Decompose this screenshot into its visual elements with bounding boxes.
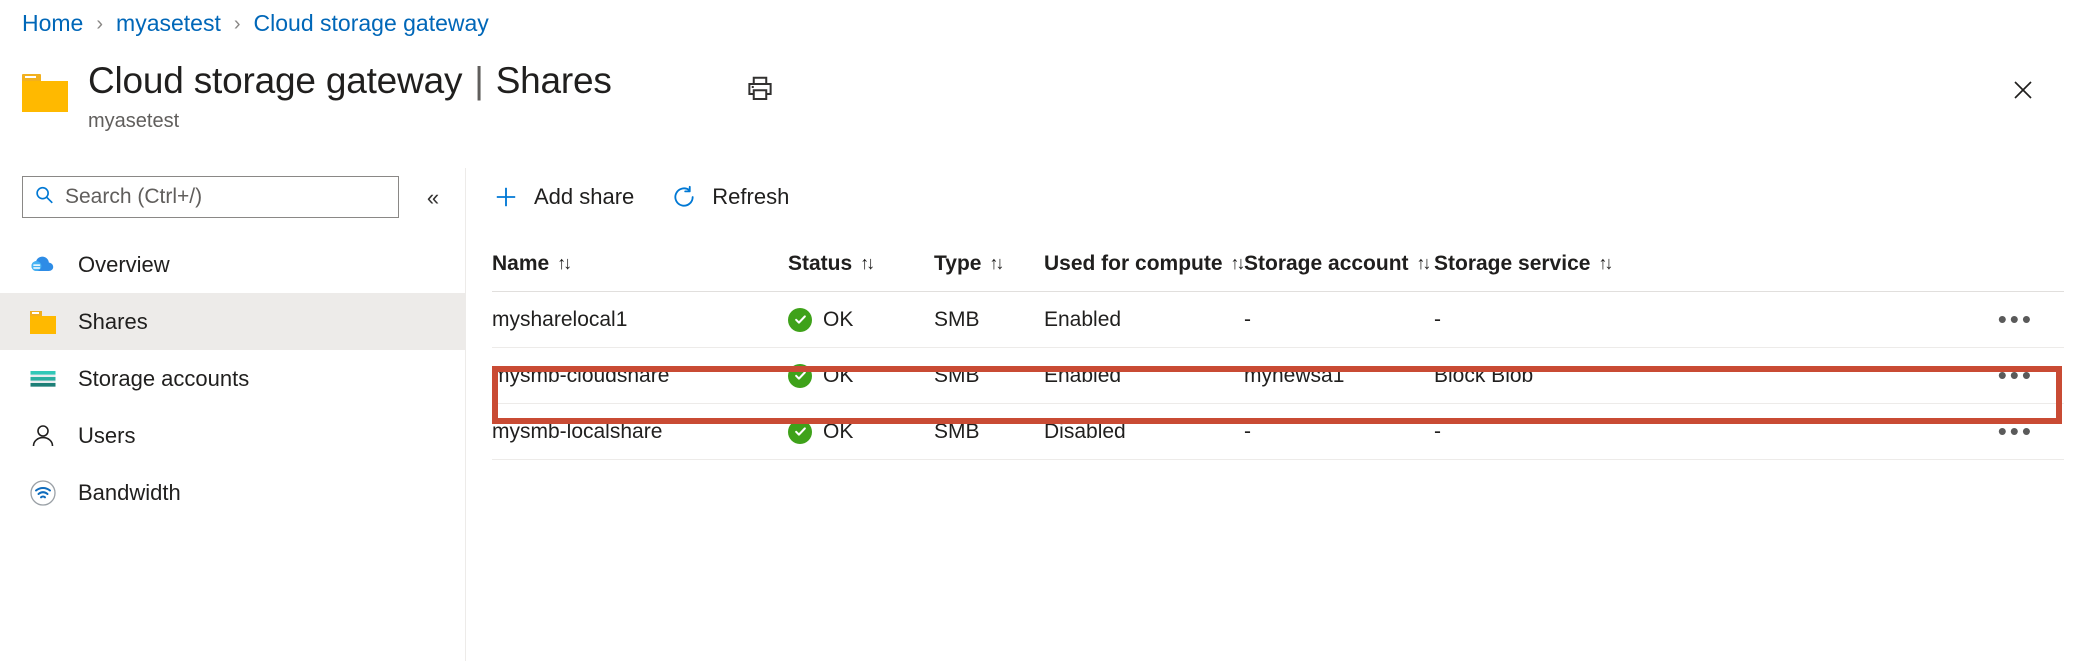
- cell-storage-service: -: [1434, 308, 1632, 332]
- sort-icon[interactable]: ↑↓: [860, 253, 872, 274]
- breadcrumb-item-home[interactable]: Home: [22, 12, 83, 35]
- table-header-row: Name ↑↓ Status ↑↓ Type ↑↓ Used for compu…: [492, 236, 2064, 292]
- add-share-label: Add share: [534, 184, 634, 210]
- breadcrumb-item-myasetest[interactable]: myasetest: [116, 12, 221, 35]
- search-input[interactable]: [65, 185, 388, 209]
- cell-storage-account: -: [1244, 308, 1434, 332]
- folder-icon: [22, 74, 68, 112]
- cell-name[interactable]: mysmb-cloudshare: [492, 364, 788, 388]
- sidebar-item-label: Users: [78, 423, 135, 449]
- status-label: OK: [823, 308, 853, 332]
- cell-used-for-compute: Disabled: [1044, 420, 1244, 444]
- column-header-storage-account[interactable]: Storage account ↑↓: [1244, 252, 1434, 276]
- sort-icon[interactable]: ↑↓: [1598, 253, 1610, 274]
- status-label: OK: [823, 420, 853, 444]
- add-share-button[interactable]: Add share: [492, 183, 634, 211]
- breadcrumb-separator-icon: ›: [96, 14, 103, 34]
- sort-icon[interactable]: ↑↓: [557, 253, 569, 274]
- sort-icon[interactable]: ↑↓: [1417, 253, 1429, 274]
- cell-type: SMB: [934, 364, 1044, 388]
- shares-table: Name ↑↓ Status ↑↓ Type ↑↓ Used for compu…: [492, 236, 2064, 460]
- cell-status: OK: [788, 364, 934, 388]
- cell-name[interactable]: mysmb-localshare: [492, 420, 788, 444]
- cell-name[interactable]: mysharelocal1: [492, 308, 788, 332]
- cell-storage-account: -: [1244, 420, 1434, 444]
- printer-icon[interactable]: [745, 74, 775, 104]
- page-subtitle: myasetest: [88, 111, 612, 131]
- page-title-separator: |: [474, 62, 483, 101]
- table-row[interactable]: mysmb-cloudshare OK SMB Enabled mynewsa1…: [492, 348, 2064, 404]
- column-header-status[interactable]: Status ↑↓: [788, 252, 934, 276]
- plus-icon: [492, 183, 520, 211]
- folder-icon: [28, 307, 58, 337]
- breadcrumb-item-cloud-storage-gateway[interactable]: Cloud storage gateway: [254, 12, 489, 35]
- breadcrumb-separator-icon: ›: [234, 14, 241, 34]
- close-icon[interactable]: [2005, 72, 2041, 108]
- refresh-label: Refresh: [712, 184, 789, 210]
- cloud-icon: [28, 250, 58, 280]
- ellipsis-icon[interactable]: •••: [1998, 424, 2034, 440]
- collapse-nav-icon[interactable]: «: [418, 184, 448, 212]
- table-row[interactable]: mysharelocal1 OK SMB Enabled - - •••: [492, 292, 2064, 348]
- sidebar-item-label: Overview: [78, 252, 170, 278]
- column-header-storage-service[interactable]: Storage service ↑↓: [1434, 252, 1632, 276]
- cell-used-for-compute: Enabled: [1044, 308, 1244, 332]
- page-title-resource: Cloud storage gateway: [88, 62, 462, 101]
- column-header-used-for-compute[interactable]: Used for compute ↑↓: [1044, 252, 1244, 276]
- status-label: OK: [823, 364, 853, 388]
- sidebar-item-label: Storage accounts: [78, 366, 249, 392]
- cell-type: SMB: [934, 420, 1044, 444]
- ellipsis-icon[interactable]: •••: [1998, 368, 2034, 384]
- page-title: Cloud storage gateway | Shares: [88, 62, 612, 101]
- refresh-button[interactable]: Refresh: [670, 183, 789, 211]
- cell-status: OK: [788, 420, 934, 444]
- search-box[interactable]: [22, 176, 399, 218]
- search-container: [22, 176, 399, 218]
- page-title-section: Shares: [496, 62, 612, 101]
- sidebar-item-label: Shares: [78, 309, 148, 335]
- content-area: Add share Refresh Name ↑↓ Sta: [466, 168, 2074, 661]
- check-circle-icon: [788, 364, 812, 388]
- breadcrumb: Home › myasetest › Cloud storage gateway: [22, 12, 489, 35]
- check-circle-icon: [788, 420, 812, 444]
- cell-status: OK: [788, 308, 934, 332]
- column-header-name[interactable]: Name ↑↓: [492, 252, 788, 276]
- azure-portal-blade: Home › myasetest › Cloud storage gateway…: [0, 0, 2074, 661]
- table-row[interactable]: mysmb-localshare OK SMB Disabled - - •••: [492, 404, 2064, 460]
- check-circle-icon: [788, 308, 812, 332]
- search-icon: [33, 184, 55, 211]
- cell-used-for-compute: Enabled: [1044, 364, 1244, 388]
- sidebar-item-bandwidth[interactable]: Bandwidth: [0, 464, 466, 521]
- sidebar-item-shares[interactable]: Shares: [0, 293, 466, 350]
- sidebar-item-label: Bandwidth: [78, 480, 181, 506]
- left-nav: « Overview Shares: [0, 168, 466, 661]
- cell-storage-account: mynewsa1: [1244, 364, 1434, 388]
- user-icon: [28, 421, 58, 451]
- storage-icon: [28, 364, 58, 394]
- cell-type: SMB: [934, 308, 1044, 332]
- bandwidth-icon: [28, 478, 58, 508]
- page-title-row: Cloud storage gateway | Shares myasetest: [22, 62, 612, 131]
- column-header-type[interactable]: Type ↑↓: [934, 252, 1044, 276]
- ellipsis-icon[interactable]: •••: [1998, 312, 2034, 328]
- sidebar-item-storage-accounts[interactable]: Storage accounts: [0, 350, 466, 407]
- sidebar-item-overview[interactable]: Overview: [0, 236, 466, 293]
- cell-storage-service: -: [1434, 420, 1632, 444]
- sidebar-item-users[interactable]: Users: [0, 407, 466, 464]
- cell-storage-service: Block Blob: [1434, 364, 1632, 388]
- sort-icon[interactable]: ↑↓: [1231, 253, 1243, 274]
- refresh-icon: [670, 183, 698, 211]
- nav-list: Overview Shares Storage accounts: [0, 236, 466, 521]
- sort-icon[interactable]: ↑↓: [989, 253, 1001, 274]
- command-bar: Add share Refresh: [492, 173, 789, 221]
